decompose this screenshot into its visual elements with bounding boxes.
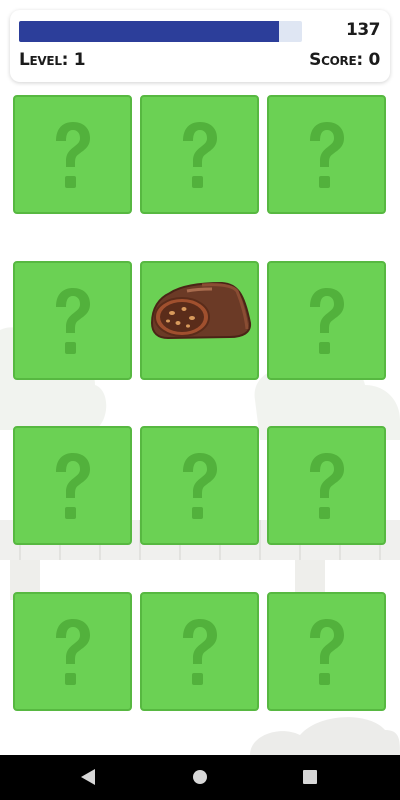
recents-icon <box>303 770 317 784</box>
time-remaining: 137 <box>346 20 381 40</box>
hud-panel: 137 Level: 1 Score: 0 <box>10 10 390 82</box>
memory-card[interactable] <box>13 426 132 545</box>
question-mark-icon <box>183 453 217 519</box>
question-mark-icon <box>56 453 90 519</box>
question-mark-icon <box>183 122 217 188</box>
chocolate-bar-icon <box>150 281 252 339</box>
question-mark-icon <box>56 287 90 354</box>
navigation-bar <box>0 755 400 800</box>
memory-card[interactable] <box>13 260 132 380</box>
home-icon <box>193 770 207 784</box>
back-icon <box>81 769 95 785</box>
memory-card[interactable] <box>267 426 386 545</box>
recents-button[interactable] <box>280 755 340 800</box>
memory-card[interactable] <box>140 591 259 711</box>
memory-card[interactable] <box>13 591 132 711</box>
memory-card[interactable] <box>13 95 132 214</box>
question-mark-icon <box>310 453 344 519</box>
memory-card[interactable] <box>267 95 386 214</box>
timer-bar-fill <box>19 21 280 42</box>
question-mark-icon <box>56 122 90 188</box>
question-mark-icon <box>56 618 90 685</box>
back-button[interactable] <box>58 755 118 800</box>
home-button[interactable] <box>170 755 230 800</box>
memory-card[interactable] <box>140 426 259 545</box>
question-mark-icon <box>310 287 344 354</box>
memory-card[interactable] <box>140 95 259 214</box>
memory-card[interactable] <box>267 260 386 380</box>
memory-card[interactable] <box>267 591 386 711</box>
score-label: Score: 0 <box>309 50 380 70</box>
question-mark-icon <box>183 618 217 685</box>
timer-bar <box>19 21 302 42</box>
level-label: Level: 1 <box>19 50 86 70</box>
question-mark-icon <box>310 122 344 188</box>
memory-card-revealed[interactable] <box>140 260 259 380</box>
question-mark-icon <box>310 618 344 685</box>
